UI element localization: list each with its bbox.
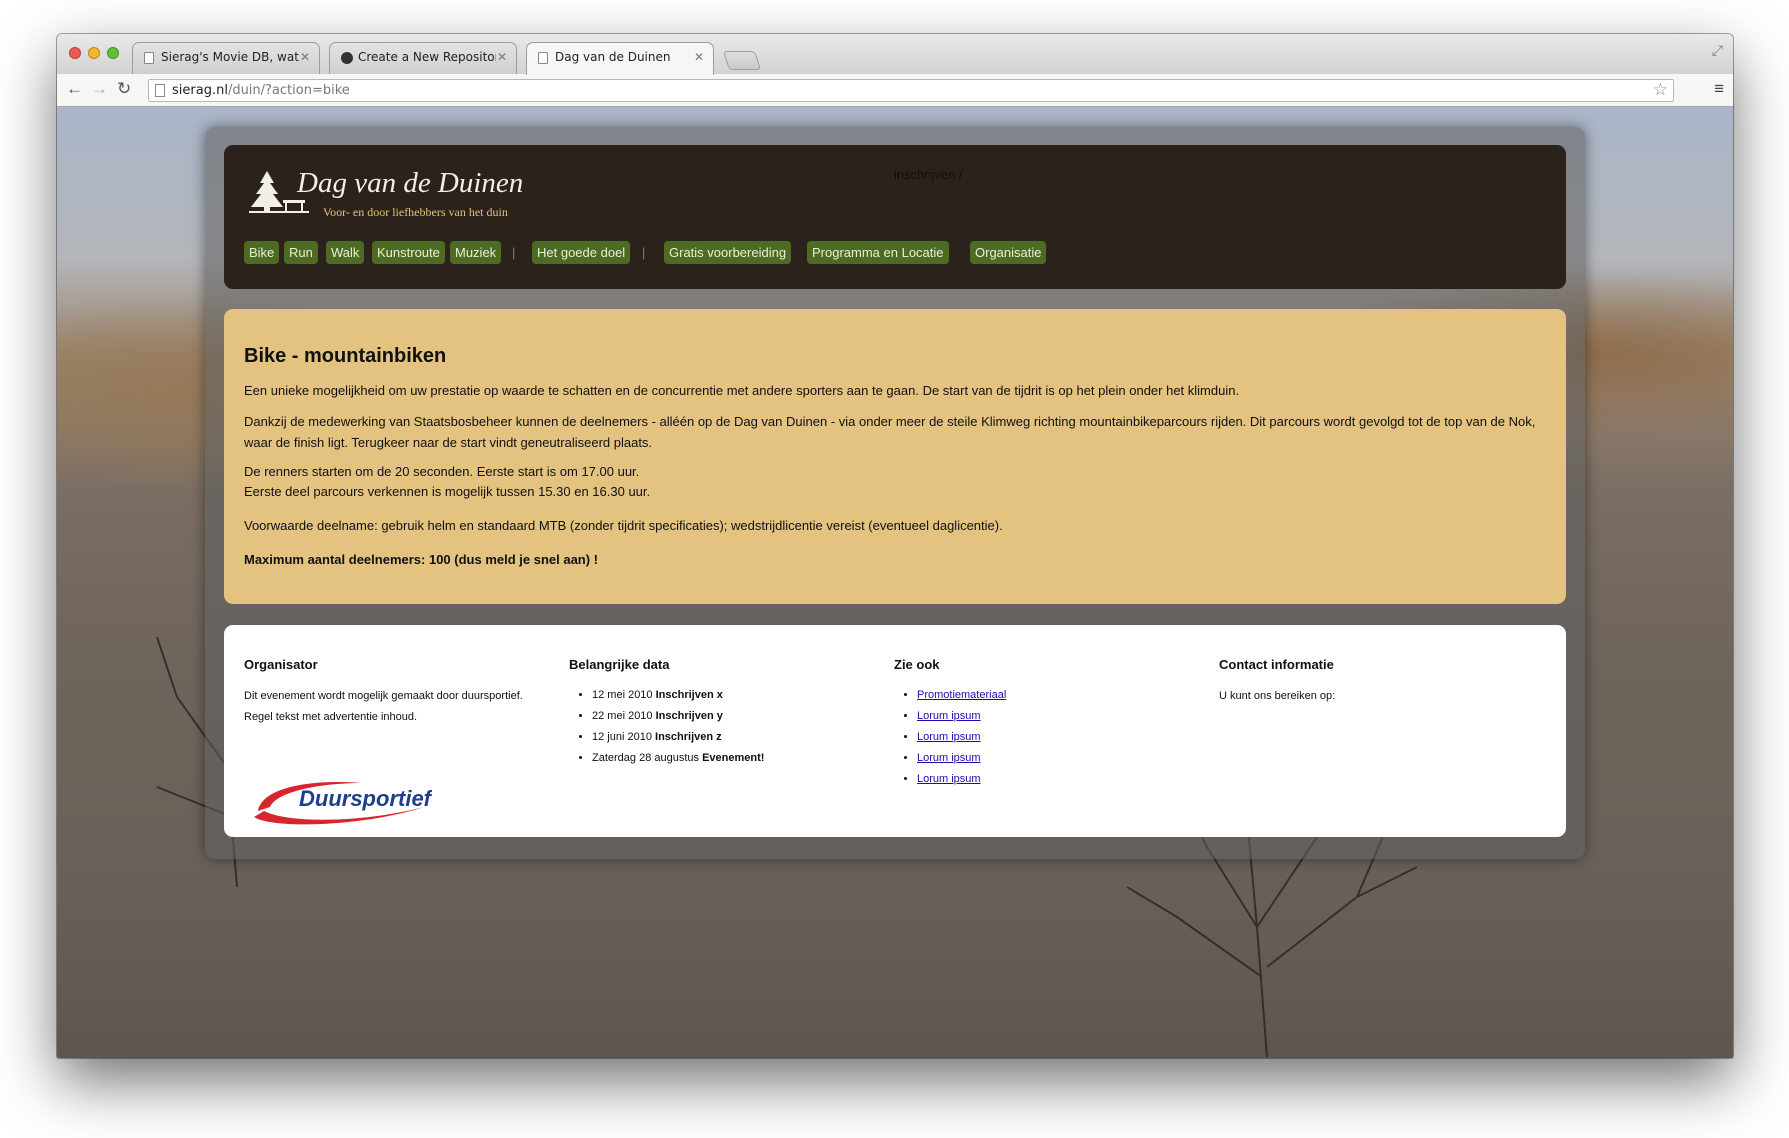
list-item: 12 juni 2010 Inschrijven z bbox=[592, 727, 869, 748]
nav-item-kunstroute[interactable]: Kunstroute bbox=[372, 241, 445, 264]
date-label: Evenement! bbox=[702, 752, 765, 764]
footer-col-organisator: Organisator Dit evenement wordt mogelijk… bbox=[244, 657, 544, 825]
site-header: Dag van de Duinen Voor- en door liefhebb… bbox=[224, 145, 1566, 289]
forward-arrow-icon[interactable]: → bbox=[91, 78, 108, 100]
list-item: 22 mei 2010 Inschrijven y bbox=[592, 706, 869, 727]
date: 22 mei 2010 bbox=[592, 710, 653, 722]
page-title: Bike - mountainbiken bbox=[244, 345, 447, 367]
date: Zaterdag 28 augustus bbox=[592, 752, 700, 764]
close-window-button[interactable] bbox=[69, 47, 81, 59]
footer-heading: Belangrijke data bbox=[569, 657, 670, 672]
footer-heading: Zie ook bbox=[894, 657, 940, 672]
link-lorum-ipsum[interactable]: Lorum ipsum bbox=[917, 731, 981, 743]
zoom-window-button[interactable] bbox=[107, 47, 119, 59]
content-paragraph: Voorwaarde deelname: gebruik helm en sta… bbox=[244, 518, 1003, 533]
page-icon bbox=[538, 52, 548, 64]
browser-toolbar: ← → ↻ sierag.nl/duin/?action=bike ☆ ≡ bbox=[57, 74, 1733, 107]
list-item: Lorum ipsum bbox=[917, 727, 1194, 748]
content-paragraph: Een unieke mogelijkheid om uw prestatie … bbox=[244, 383, 1240, 398]
nav-item-programma-en-locatie[interactable]: Programma en Locatie bbox=[807, 241, 949, 264]
tab-title: Create a New Repository bbox=[358, 50, 496, 64]
minimize-window-button[interactable] bbox=[88, 47, 100, 59]
page-icon bbox=[144, 52, 154, 64]
footer-text: Dit evenement wordt mogelijk gemaakt doo… bbox=[244, 690, 523, 723]
content-paragraph: De renners starten om de 20 seconden. Ee… bbox=[244, 464, 640, 479]
tab-strip: Sierag's Movie DB, watche ✕ Create a New… bbox=[57, 34, 1733, 75]
nav-item-muziek[interactable]: Muziek bbox=[450, 241, 502, 264]
tab-title: Dag van de Duinen bbox=[555, 50, 671, 64]
date-label: Inschrijven y bbox=[655, 710, 723, 722]
nav-separator: | bbox=[642, 245, 646, 260]
footer-col-zie-ook: Zie ook Promotiemateriaal Lorum ipsum Lo… bbox=[894, 657, 1194, 790]
menu-icon[interactable]: ≡ bbox=[1714, 79, 1724, 99]
footer-col-contact: Contact informatie U kunt ons bereiken o… bbox=[1219, 657, 1519, 707]
close-tab-icon[interactable]: ✕ bbox=[694, 43, 704, 71]
link-lorum-ipsum[interactable]: Lorum ipsum bbox=[917, 752, 981, 764]
nav-item-gratis-voorbereiding[interactable]: Gratis voorbereiding bbox=[664, 241, 792, 264]
footer-col-data: Belangrijke data 12 mei 2010 Inschrijven… bbox=[569, 657, 869, 769]
date-label: Inschrijven x bbox=[655, 689, 723, 701]
nav-item-bike[interactable]: Bike bbox=[244, 241, 280, 264]
main-content: Bike - mountainbiken Een unieke mogelijk… bbox=[224, 309, 1566, 604]
date: 12 mei 2010 bbox=[592, 689, 653, 701]
list-item: Promotiemateriaal bbox=[917, 685, 1194, 706]
list-item: Zaterdag 28 augustus Evenement! bbox=[592, 748, 869, 769]
list-item: 12 mei 2010 Inschrijven x bbox=[592, 685, 869, 706]
github-icon bbox=[341, 52, 353, 64]
address-bar[interactable]: sierag.nl/duin/?action=bike ☆ bbox=[148, 79, 1674, 102]
date: 12 juni 2010 bbox=[592, 731, 652, 743]
tab-title: Sierag's Movie DB, watche bbox=[161, 50, 299, 64]
back-arrow-icon[interactable]: ← bbox=[66, 78, 83, 100]
nav-item-walk[interactable]: Walk bbox=[326, 241, 365, 264]
bookmark-star-icon[interactable]: ☆ bbox=[1653, 80, 1668, 101]
content-paragraph: Eerste deel parcours verkennen is mogeli… bbox=[244, 484, 651, 499]
dates-list: 12 mei 2010 Inschrijven x 22 mei 2010 In… bbox=[569, 685, 869, 769]
fullscreen-icon[interactable]: ⤢ bbox=[1712, 42, 1723, 59]
site-tagline: Voor- en door liefhebbers van het duin bbox=[323, 205, 508, 219]
reload-icon[interactable]: ↻ bbox=[117, 78, 131, 100]
link-promotiemateriaal[interactable]: Promotiemateriaal bbox=[917, 689, 1006, 701]
site-footer: Organisator Dit evenement wordt mogelijk… bbox=[224, 625, 1566, 837]
links-list: Promotiemateriaal Lorum ipsum Lorum ipsu… bbox=[894, 685, 1194, 790]
footer-heading: Organisator bbox=[244, 657, 318, 672]
breadcrumb[interactable]: inschrijven / bbox=[894, 167, 963, 182]
nav-item-organisatie[interactable]: Organisatie bbox=[970, 241, 1047, 264]
nav-item-run[interactable]: Run bbox=[284, 241, 318, 264]
footer-text: U kunt ons bereiken op: bbox=[1219, 690, 1336, 702]
url-path: /duin/?action=bike bbox=[227, 83, 350, 98]
content-paragraph: Dankzij de medewerking van Staatsbosbehe… bbox=[244, 414, 1536, 450]
browser-tab-active[interactable]: Dag van de Duinen ✕ bbox=[526, 42, 714, 75]
close-tab-icon[interactable]: ✕ bbox=[300, 43, 310, 71]
link-lorum-ipsum[interactable]: Lorum ipsum bbox=[917, 773, 981, 785]
nav-separator: | bbox=[512, 245, 516, 260]
browser-window: Sierag's Movie DB, watche ✕ Create a New… bbox=[57, 34, 1733, 1058]
browser-tab[interactable]: Create a New Repository ✕ bbox=[329, 42, 517, 74]
date-label: Inschrijven z bbox=[655, 731, 722, 743]
new-tab-button[interactable] bbox=[722, 51, 762, 70]
duursportief-logo[interactable]: Duursportief bbox=[252, 777, 432, 827]
footer-heading: Contact informatie bbox=[1219, 657, 1334, 672]
close-tab-icon[interactable]: ✕ bbox=[497, 43, 507, 71]
browser-tab[interactable]: Sierag's Movie DB, watche ✕ bbox=[132, 42, 320, 74]
url-host: sierag.nl bbox=[172, 83, 228, 98]
list-item: Lorum ipsum bbox=[917, 706, 1194, 727]
page-viewport: Dag van de Duinen Voor- en door liefhebb… bbox=[57, 107, 1733, 1058]
content-highlight: Maximum aantal deelnemers: 100 (dus meld… bbox=[244, 552, 599, 567]
page-icon bbox=[155, 84, 165, 97]
list-item: Lorum ipsum bbox=[917, 769, 1194, 790]
site-title[interactable]: Dag van de Duinen bbox=[297, 167, 523, 200]
nav-item-het-goede-doel[interactable]: Het goede doel bbox=[532, 241, 631, 264]
link-lorum-ipsum[interactable]: Lorum ipsum bbox=[917, 710, 981, 722]
sponsor-logo-text: Duursportief bbox=[299, 786, 432, 811]
list-item: Lorum ipsum bbox=[917, 748, 1194, 769]
